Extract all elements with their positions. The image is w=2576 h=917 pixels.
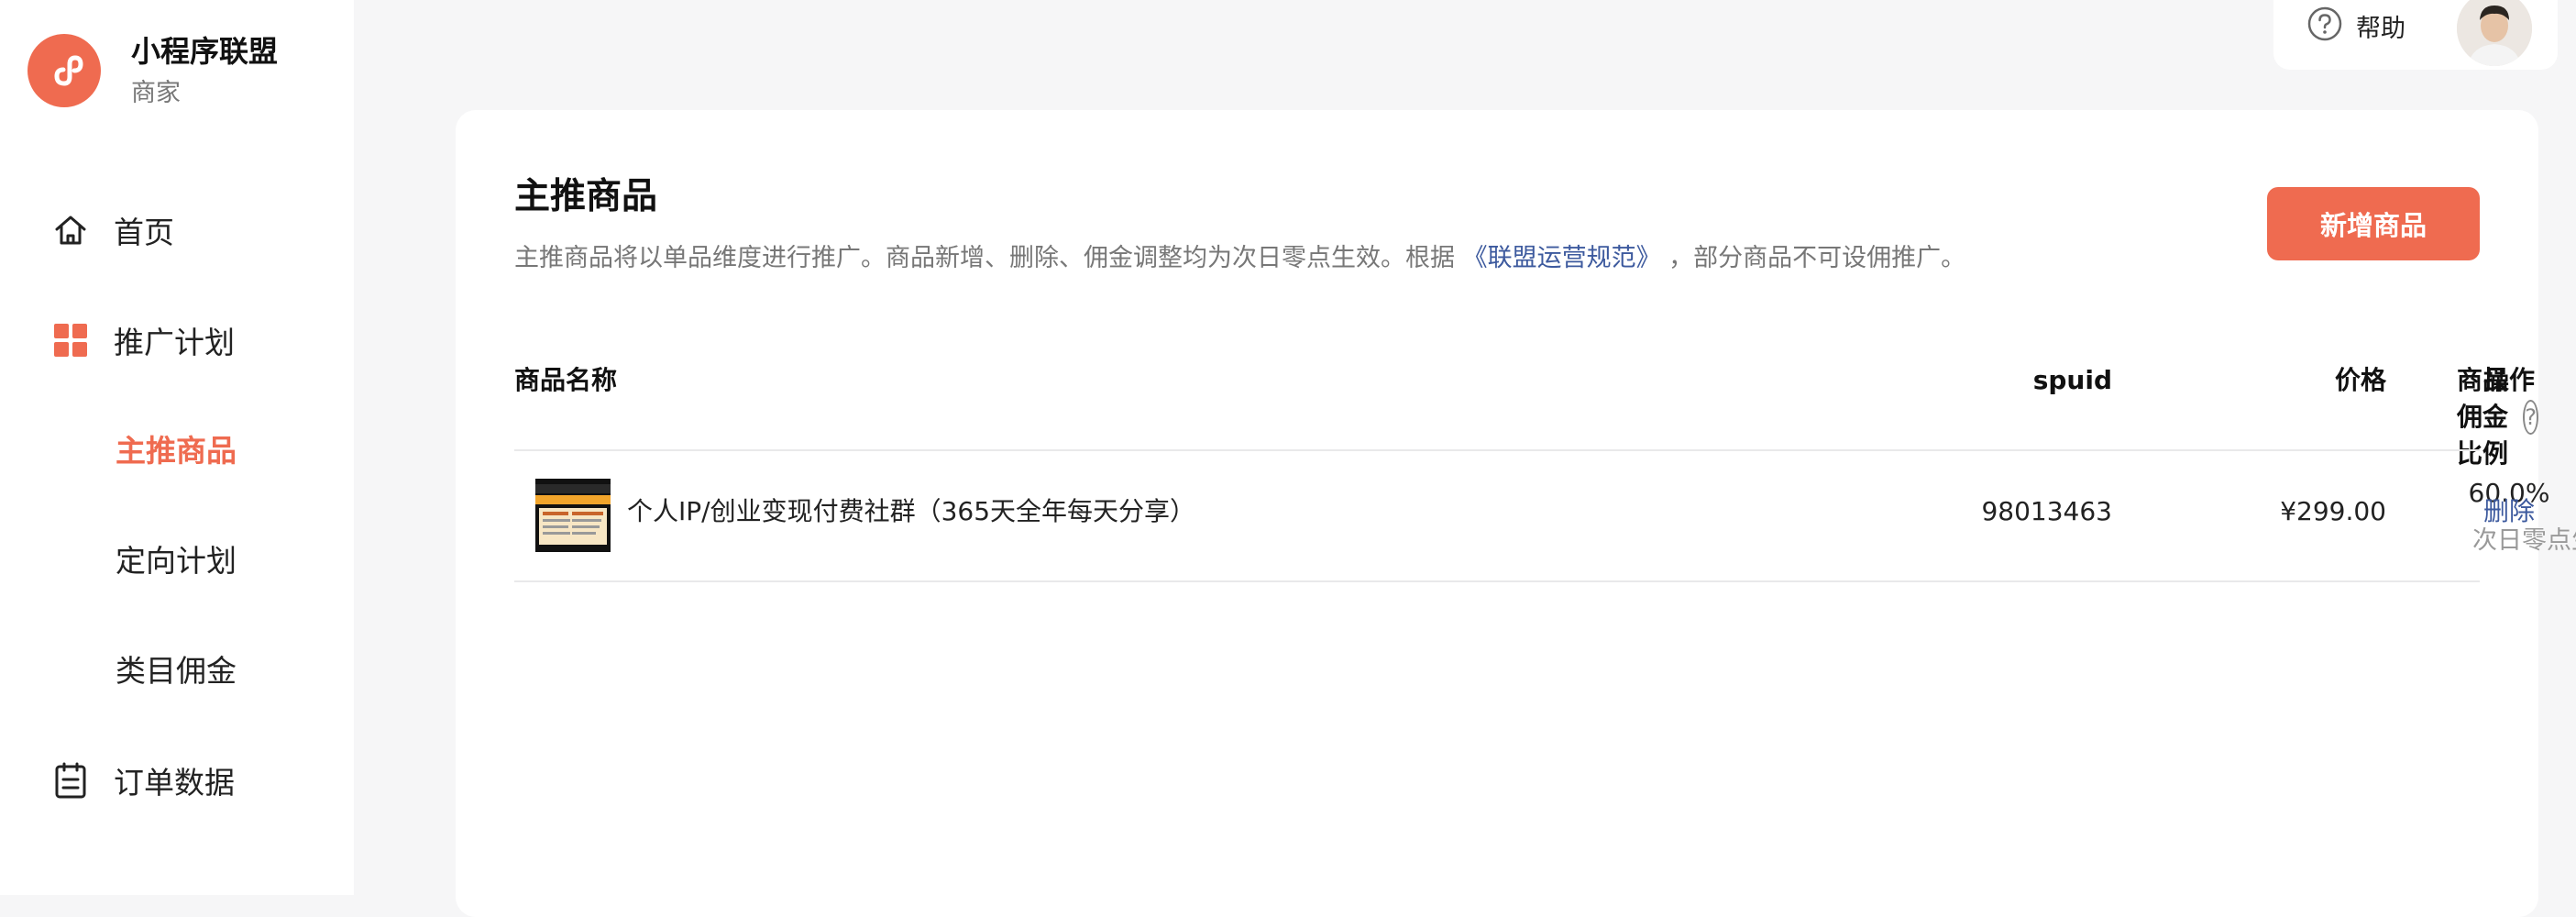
question-circle-icon bbox=[2306, 6, 2343, 46]
sidebar-item-label: 主推商品 bbox=[116, 433, 237, 469]
sidebar-item-label: 定向计划 bbox=[116, 543, 237, 579]
page-title: 主推商品 bbox=[514, 176, 658, 217]
main-card: 主推商品 主推商品将以单品维度进行推广。商品新增、删除、佣金调整均为次日零点生效… bbox=[456, 110, 2576, 917]
product-name: 个人IP/创业变现付费社群（365天全年每天分享） bbox=[627, 496, 1196, 526]
column-header-spuid: spuid bbox=[2032, 365, 2112, 395]
add-product-button[interactable]: 新增商品 bbox=[2267, 187, 2480, 260]
brand-logo-icon bbox=[28, 34, 101, 107]
column-header-operation: 操作 bbox=[2482, 365, 2535, 395]
operation-rules-link[interactable]: 《联盟运营规范》 bbox=[1463, 244, 1661, 272]
help-label: 帮助 bbox=[2356, 14, 2405, 43]
sidebar-item-category-commission[interactable]: 类目佣金 bbox=[0, 641, 354, 696]
sidebar-item-label: 首页 bbox=[114, 215, 174, 250]
sidebar: 小程序联盟 商家 首页 推广计划 主推商品 定向计划 类目佣金 订单数据 bbox=[0, 0, 354, 895]
sidebar-item-promotion-plan[interactable]: 推广计划 bbox=[0, 313, 354, 368]
topbar: 帮助 bbox=[2273, 0, 2558, 70]
delete-button[interactable]: 删除 bbox=[2427, 493, 2535, 530]
sidebar-item-order-data[interactable]: 订单数据 bbox=[0, 753, 354, 808]
table-row-divider bbox=[514, 580, 2480, 582]
product-price: ¥299.00 bbox=[2280, 496, 2386, 526]
brand: 小程序联盟 商家 bbox=[28, 33, 278, 108]
product-thumbnail bbox=[535, 479, 611, 552]
sidebar-item-home[interactable]: 首页 bbox=[0, 203, 354, 258]
page-description: 主推商品将以单品维度进行推广。商品新增、删除、佣金调整均为次日零点生效。根据 《… bbox=[514, 240, 1965, 277]
brand-subtitle: 商家 bbox=[131, 79, 181, 107]
help-button[interactable]: 帮助 bbox=[2306, 6, 2405, 46]
sidebar-item-label: 推广计划 bbox=[114, 325, 235, 360]
sidebar-item-label: 订单数据 bbox=[114, 765, 235, 801]
sidebar-item-featured-products[interactable]: 主推商品 bbox=[0, 421, 354, 476]
table-header-divider bbox=[514, 449, 2480, 451]
brand-title: 小程序联盟 bbox=[131, 34, 279, 69]
column-header-name: 商品名称 bbox=[514, 365, 618, 395]
sidebar-item-targeted-plan[interactable]: 定向计划 bbox=[0, 531, 354, 586]
avatar[interactable] bbox=[2457, 0, 2532, 66]
sidebar-item-label: 类目佣金 bbox=[116, 653, 237, 689]
product-spuid: 98013463 bbox=[1981, 496, 2112, 526]
home-icon bbox=[51, 211, 90, 249]
question-circle-icon[interactable]: ? bbox=[2523, 400, 2538, 435]
page-description-text-end: ，部分商品不可设佣推广。 bbox=[1660, 244, 1966, 272]
grid-icon bbox=[51, 321, 90, 359]
page-description-text: 主推商品将以单品维度进行推广。商品新增、删除、佣金调整均为次日零点生效。根据 bbox=[514, 244, 1463, 272]
clipboard-icon bbox=[51, 761, 90, 800]
